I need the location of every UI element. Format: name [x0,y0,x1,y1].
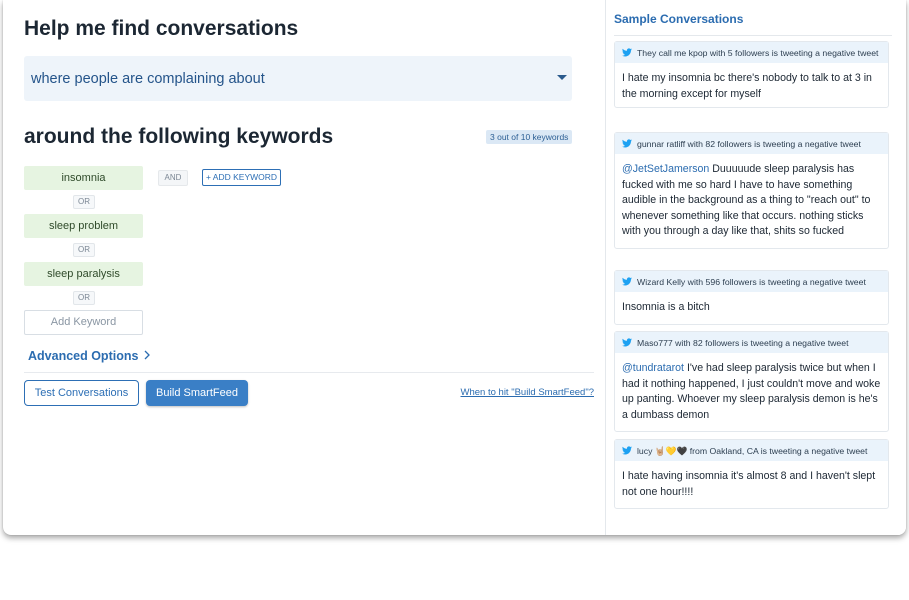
build-smartfeed-button[interactable]: Build SmartFeed [146,380,248,406]
dropdown-selected-value: where people are complaining about [31,71,265,87]
tweet-body: I hate having insomnia it's almost 8 and… [622,470,876,498]
or-connector: OR [73,291,95,305]
tweet-text: Insomnia is a bitch [615,292,888,324]
add-keyword-button[interactable]: + ADD KEYWORD [202,169,281,186]
when-to-build-help-link[interactable]: When to hit "Build SmartFeed"? [461,387,594,398]
advanced-options-link[interactable]: Advanced Options [28,349,151,363]
keyword-chip[interactable]: sleep problem [24,214,143,238]
add-keyword-input[interactable]: Add Keyword [24,310,143,335]
conversation-card[interactable]: Maso777 with 82 followers is tweeting a … [614,331,889,432]
tweet-text: I hate having insomnia it's almost 8 and… [615,461,888,508]
query-builder-panel: Help me find conversations where people … [3,0,605,535]
chevron-right-icon [144,350,150,360]
tweet-header: They call me kpop with 5 followers is tw… [615,42,888,63]
tweet-header: Wizard Kelly with 596 followers is tweet… [615,271,888,292]
page-title: Help me find conversations [24,17,299,40]
twitter-bird-icon [622,139,632,148]
twitter-bird-icon [622,446,632,455]
tweet-author-line: lucy 🤘🏼💛🖤 from Oakland, CA is tweeting a… [637,446,868,456]
conversation-card[interactable]: Wizard Kelly with 596 followers is tweet… [614,270,889,325]
tweet-mention-link[interactable]: @tundratarot [622,362,684,374]
tweet-text: @JetSetJamerson Duuuuude sleep paralysis… [615,154,888,248]
caret-down-icon [557,75,567,80]
tweet-author-line: Maso777 with 82 followers is tweeting a … [637,338,849,348]
tweet-mention-link[interactable]: @JetSetJamerson [622,163,709,175]
or-connector: OR [73,243,95,257]
complaint-type-dropdown[interactable]: where people are complaining about [24,56,572,101]
divider [24,372,594,373]
conversation-card[interactable]: They call me kpop with 5 followers is tw… [614,41,889,108]
conversation-card[interactable]: lucy 🤘🏼💛🖤 from Oakland, CA is tweeting a… [614,439,889,509]
conversation-card[interactable]: gunnar ratliff with 82 followers is twee… [614,132,889,249]
sample-conversations-title: Sample Conversations [614,12,744,26]
keyword-chip[interactable]: sleep paralysis [24,262,143,286]
keyword-count-badge: 3 out of 10 keywords [486,130,573,144]
advanced-options-label: Advanced Options [28,349,139,363]
and-connector-button[interactable]: AND [158,170,188,186]
or-connector: OR [73,195,95,209]
tweet-header: gunnar ratliff with 82 followers is twee… [615,133,888,154]
tweet-header: lucy 🤘🏼💛🖤 from Oakland, CA is tweeting a… [615,440,888,461]
twitter-bird-icon [622,338,632,347]
test-conversations-button[interactable]: Test Conversations [24,380,139,406]
app-window: Help me find conversations where people … [3,0,906,535]
tweet-body: I hate my insomnia bc there's nobody to … [622,72,872,100]
divider [614,35,892,36]
tweet-author-line: They call me kpop with 5 followers is tw… [637,48,879,58]
tweet-author-line: Wizard Kelly with 596 followers is tweet… [637,277,866,287]
tweet-text: @tundratarot I've had sleep paralysis tw… [615,353,888,431]
twitter-bird-icon [622,48,632,57]
tweet-author-line: gunnar ratliff with 82 followers is twee… [637,139,861,149]
tweet-header: Maso777 with 82 followers is tweeting a … [615,332,888,353]
sample-conversations-panel: Sample Conversations They call me kpop w… [605,0,906,535]
keyword-chip[interactable]: insomnia [24,166,143,190]
keywords-heading: around the following keywords [24,125,334,148]
tweet-text: I hate my insomnia bc there's nobody to … [615,63,888,107]
tweet-body: Insomnia is a bitch [622,301,710,313]
twitter-bird-icon [622,277,632,286]
